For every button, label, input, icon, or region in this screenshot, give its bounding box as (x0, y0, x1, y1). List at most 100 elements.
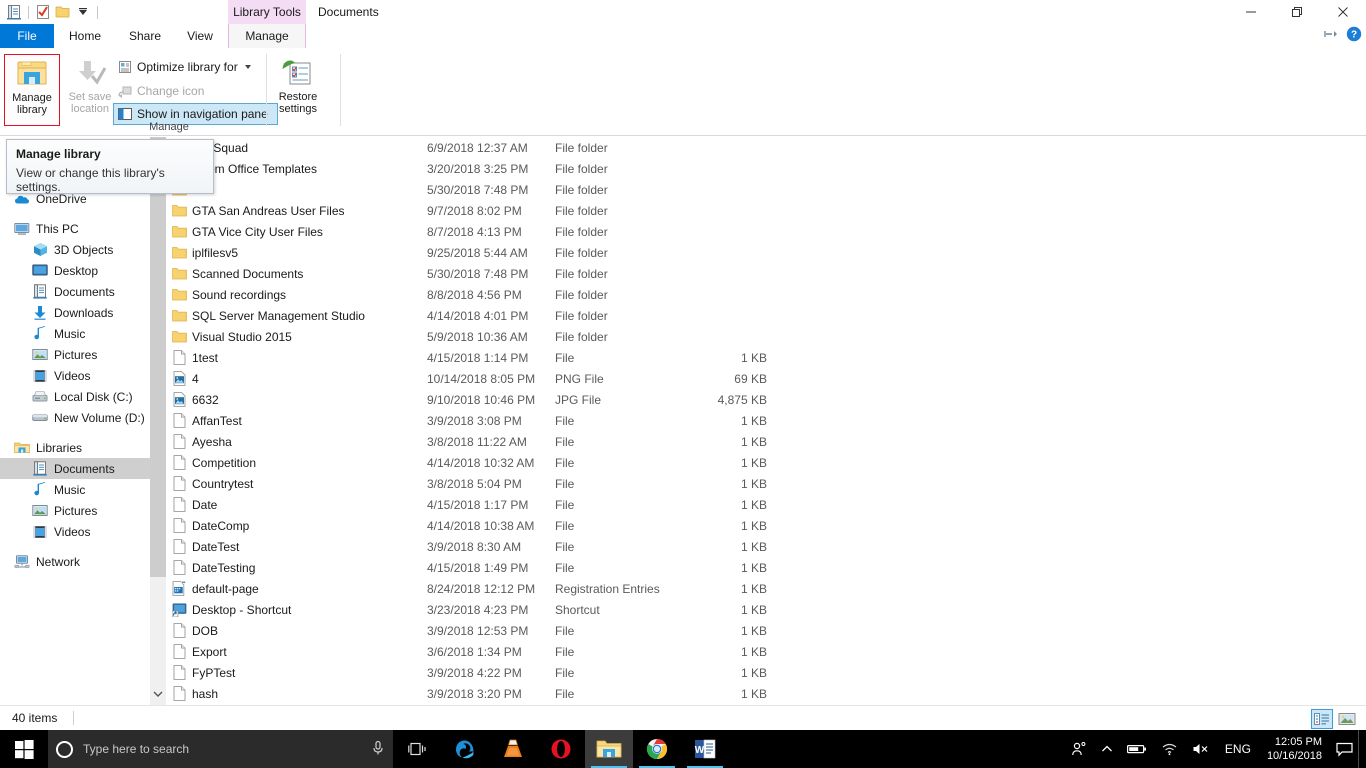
clock[interactable]: 12:05 PM 10/16/2018 (1259, 730, 1330, 768)
minimize-button[interactable] (1228, 0, 1274, 24)
table-row[interactable]: GTA San Andreas User Files 9/7/2018 8:02 … (166, 200, 1366, 221)
taskbar-app-vlc[interactable] (489, 730, 537, 768)
sidebar-item-downloads[interactable]: Downloads (0, 302, 166, 323)
table-row[interactable]: DateTesting 4/15/2018 1:49 PM File 1 KB (166, 557, 1366, 578)
table-row[interactable]: hash 3/9/2018 3:20 PM File 1 KB (166, 683, 1366, 704)
sidebar-item-videos[interactable]: Videos (0, 521, 166, 542)
show-hidden-icons-chevron-icon[interactable] (1094, 730, 1120, 768)
cortana-icon[interactable] (56, 740, 73, 758)
volume-muted-icon[interactable] (1185, 730, 1217, 768)
table-row[interactable]: DOB 3/9/2018 12:53 PM File 1 KB (166, 620, 1366, 641)
table-row[interactable]: iplfilesv5 9/25/2018 5:44 AM File folder (166, 242, 1366, 263)
sidebar-item-label: Pictures (54, 503, 98, 518)
collapse-ribbon-icon[interactable] (1324, 28, 1338, 43)
sidebar-item-local-disk-c[interactable]: Local Disk (C:) (0, 386, 166, 407)
battery-icon[interactable] (1120, 730, 1154, 768)
start-button[interactable] (0, 730, 48, 768)
file-date-cell: 3/9/2018 4:22 PM (427, 665, 522, 680)
taskbar-app-file-explorer[interactable] (585, 730, 633, 768)
people-icon[interactable] (1064, 730, 1094, 768)
taskbar-app-word[interactable]: W (681, 730, 729, 768)
sidebar-item-music[interactable]: Music (0, 479, 166, 500)
table-row[interactable]: lackSquad 6/9/2018 12:37 AM File folder (166, 137, 1366, 158)
details-view-button[interactable] (1311, 709, 1333, 729)
sidebar-item-3d-objects[interactable]: 3D Objects (0, 239, 166, 260)
table-row[interactable]: Visual Studio 2015 5/9/2018 10:36 AM File … (166, 326, 1366, 347)
search-input[interactable]: Type here to search (83, 742, 371, 756)
quick-access-toolbar (4, 2, 102, 22)
table-row[interactable]: Scanned Documents 5/30/2018 7:48 PM File f… (166, 263, 1366, 284)
table-row[interactable]: Sound recordings 8/8/2018 4:56 PM File fol… (166, 284, 1366, 305)
tab-manage[interactable]: Manage (228, 24, 306, 48)
table-row[interactable]: DateComp 4/14/2018 10:38 AM File 1 KB (166, 515, 1366, 536)
optimize-library-for-caret[interactable] (244, 65, 251, 69)
file-date-cell: 8/8/2018 4:56 PM (427, 287, 522, 302)
sidebar-item-this-pc[interactable]: This PC (0, 218, 166, 239)
sidebar-item-new-volume-d[interactable]: New Volume (D:) (0, 407, 166, 428)
sidebar-item-pictures[interactable]: Pictures (0, 344, 166, 365)
table-row[interactable]: default-page 8/24/2018 12:12 PM Registrati… (166, 578, 1366, 599)
file-size-cell: 1 KB (740, 455, 767, 470)
wifi-icon[interactable] (1154, 730, 1185, 768)
tab-home[interactable]: Home (54, 24, 116, 48)
sidebar-item-videos[interactable]: Videos (0, 365, 166, 386)
sidebar-item-label: Music (54, 482, 86, 497)
navigation-pane-scroll-down-icon[interactable] (150, 683, 166, 705)
properties-icon[interactable] (33, 2, 53, 22)
tab-file[interactable]: File (0, 24, 54, 48)
language-indicator[interactable]: ENG (1217, 742, 1259, 756)
table-row[interactable]: 1test 4/15/2018 1:14 PM File 1 KB (166, 347, 1366, 368)
file-type-cell: File folder (555, 245, 608, 260)
navigation-pane[interactable]: 15th October 201816th October 2018OneDri… (0, 137, 166, 705)
table-row[interactable]: AffanTest 3/9/2018 3:08 PM File 1 KB (166, 410, 1366, 431)
new-folder-icon[interactable] (53, 2, 73, 22)
sidebar-item-documents[interactable]: Documents (0, 281, 166, 302)
table-row[interactable]: GTA Vice City User Files 8/7/2018 4:13 PM… (166, 221, 1366, 242)
sidebar-item-network[interactable]: Network (0, 551, 166, 572)
microphone-icon[interactable] (371, 740, 385, 759)
action-center-icon[interactable] (1330, 730, 1358, 768)
show-desktop-button[interactable] (1358, 730, 1366, 768)
table-row[interactable]: ax5/30/2018 7:48 PM File folder (166, 179, 1366, 200)
sidebar-item-pictures[interactable]: Pictures (0, 500, 166, 521)
file-type-cell: File folder (555, 203, 608, 218)
table-row[interactable]: Export 3/6/2018 1:34 PM File 1 KB (166, 641, 1366, 662)
task-view-button[interactable] (393, 730, 441, 768)
table-row[interactable]: Desktop - Shortcut 3/23/2018 4:23 PM Short… (166, 599, 1366, 620)
sidebar-item-libraries[interactable]: Libraries (0, 437, 166, 458)
table-row[interactable]: Date 4/15/2018 1:17 PM File 1 KB (166, 494, 1366, 515)
library-icon[interactable] (4, 2, 24, 22)
taskbar-app-chrome[interactable] (633, 730, 681, 768)
restore-settings-label-line2: settings (279, 103, 317, 115)
table-row[interactable]: Competition 4/14/2018 10:32 AM File 1 KB (166, 452, 1366, 473)
close-button[interactable] (1320, 0, 1366, 24)
search-box[interactable]: Type here to search (48, 730, 393, 768)
table-row[interactable]: 6632 9/10/2018 10:46 PM JPG File 4,875 KB (166, 389, 1366, 410)
file-date-cell: 3/8/2018 11:22 AM (427, 434, 527, 449)
tab-view[interactable]: View (174, 24, 226, 48)
table-row[interactable]: Ayesha 3/8/2018 11:22 AM File 1 KB (166, 431, 1366, 452)
table-row[interactable]: 4 10/14/2018 8:05 PM PNG File 69 KB (166, 368, 1366, 389)
restore-settings-button[interactable]: Restore settings (270, 54, 326, 126)
large-icons-view-button[interactable] (1336, 709, 1358, 729)
help-icon[interactable]: ? (1346, 26, 1362, 45)
taskbar-app-edge[interactable] (441, 730, 489, 768)
file-list[interactable]: lackSquad 6/9/2018 12:37 AM File folder ust… (166, 137, 1366, 705)
table-row[interactable]: DateTest 3/9/2018 8:30 AM File 1 KB (166, 536, 1366, 557)
restore-button[interactable] (1274, 0, 1320, 24)
manage-library-button[interactable]: Manage library (4, 54, 60, 126)
tab-share[interactable]: Share (116, 24, 174, 48)
sidebar-item-music[interactable]: Music (0, 323, 166, 344)
set-save-location-button[interactable]: Set save location (62, 54, 121, 126)
optimize-library-for-button[interactable]: Optimize library for (114, 56, 254, 78)
taskbar-app-opera[interactable] (537, 730, 585, 768)
navigation-pane-scroll-thumb[interactable] (150, 137, 166, 577)
table-row[interactable]: SQL Server Management Studio 4/14/2018 4:… (166, 305, 1366, 326)
table-row[interactable]: Countrytest 3/8/2018 5:04 PM File 1 KB (166, 473, 1366, 494)
table-row[interactable]: FyPTest 3/9/2018 4:22 PM File 1 KB (166, 662, 1366, 683)
sidebar-item-desktop[interactable]: Desktop (0, 260, 166, 281)
sidebar-item-documents[interactable]: Documents (0, 458, 166, 479)
change-icon-button[interactable]: Change icon (114, 80, 207, 102)
customize-qat-icon[interactable] (73, 2, 93, 22)
table-row[interactable]: ustom Office Templates 3/20/2018 3:25 PM F… (166, 158, 1366, 179)
